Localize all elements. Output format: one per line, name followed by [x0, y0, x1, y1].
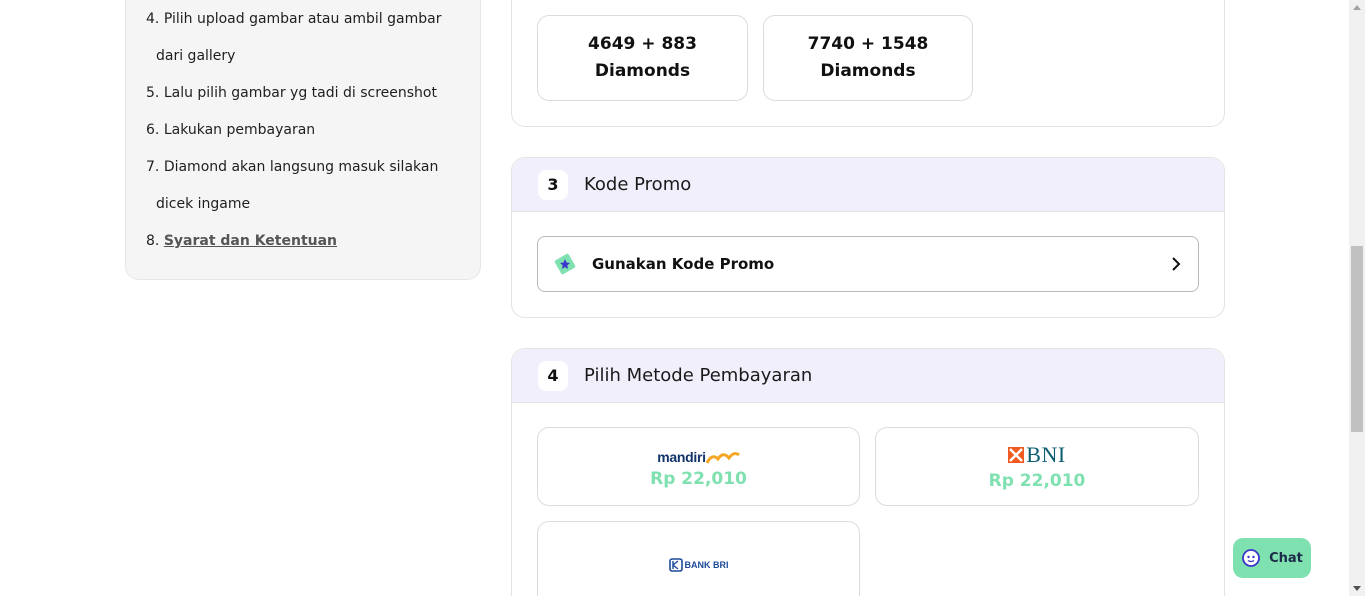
mandiri-logo: mandiri — [657, 445, 740, 465]
step-text: Lalu pilih gambar yg tadi di screenshot — [163, 85, 437, 101]
bni-logo: BNI — [1008, 442, 1065, 467]
diamond-unit: Diamonds — [820, 61, 916, 81]
bri-mark-icon — [668, 558, 683, 572]
step-text: Lakukan pembayaran — [163, 122, 316, 138]
bri-logo: BANK BRI — [668, 558, 729, 572]
instruction-step-6: 6. Lakukan pembayaran — [146, 112, 460, 149]
payment-section: 4 Pilih Metode Pembayaran mandiri Rp 22,… — [511, 348, 1225, 596]
payment-section-header: 4 Pilih Metode Pembayaran — [512, 349, 1224, 403]
instruction-step-7-continued: dicek ingame — [156, 196, 251, 212]
ticket-star-icon — [554, 253, 576, 275]
step-text: Pilih upload gambar atau ambil gambar — [163, 11, 442, 27]
chat-label: Chat — [1269, 550, 1303, 566]
instruction-step-8: 8. Syarat dan Ketentuan — [146, 223, 460, 260]
step-number: 8. — [146, 233, 160, 249]
diamond-amount: 7740 + 1548 — [807, 34, 929, 54]
instruction-step-4-continued: dari gallery — [156, 48, 236, 64]
diamond-option-1[interactable]: 4649 + 883 Diamonds — [537, 15, 748, 101]
terms-link[interactable]: Syarat dan Ketentuan — [164, 233, 337, 249]
scroll-down-arrow-icon[interactable] — [1353, 586, 1361, 591]
section-title: Pilih Metode Pembayaran — [584, 365, 813, 386]
promo-section: 3 Kode Promo Gunakan Kode Promo — [511, 157, 1225, 318]
use-promo-code-button[interactable]: Gunakan Kode Promo — [537, 236, 1199, 292]
instruction-step-5: 5. Lalu pilih gambar yg tadi di screensh… — [146, 75, 460, 112]
section-number: 3 — [538, 169, 568, 200]
instructions-card: 4. Pilih upload gambar atau ambil gambar… — [125, 0, 481, 280]
diamond-option-2[interactable]: 7740 + 1548 Diamonds — [763, 15, 973, 101]
section-title: Kode Promo — [584, 174, 692, 195]
payment-price: Rp 22,010 — [650, 468, 747, 489]
section-number: 4 — [538, 360, 568, 391]
promo-section-header: 3 Kode Promo — [512, 158, 1224, 212]
mandiri-wave-icon — [705, 451, 740, 464]
nominal-section: 4649 + 883 Diamonds 7740 + 1548 Diamonds — [511, 0, 1225, 127]
diamond-unit: Diamonds — [594, 61, 691, 81]
scroll-up-arrow-icon[interactable] — [1353, 5, 1361, 10]
instructions-list: 4. Pilih upload gambar atau ambil gambar… — [146, 1, 460, 260]
chevron-right-icon — [1172, 257, 1181, 271]
scrollbar-thumb[interactable] — [1351, 246, 1363, 432]
payment-price: Rp 22,010 — [988, 470, 1086, 491]
step-number: 4. — [146, 11, 160, 27]
payment-method-bni[interactable]: BNI Rp 22,010 — [875, 427, 1199, 506]
step-text: Diamond akan langsung masuk silakan — [163, 159, 439, 175]
page-scrollbar[interactable] — [1349, 0, 1365, 596]
promo-button-label: Gunakan Kode Promo — [592, 255, 775, 273]
instruction-step-4: 4. Pilih upload gambar atau ambil gambar — [146, 1, 460, 38]
payment-method-mandiri[interactable]: mandiri Rp 22,010 — [537, 427, 860, 506]
chat-button[interactable]: Chat — [1233, 538, 1311, 578]
step-number: 6. — [146, 122, 160, 138]
step-number: 7. — [146, 159, 160, 175]
instruction-step-7: 7. Diamond akan langsung masuk silakan — [146, 149, 460, 186]
diamond-amount: 4649 + 883 — [588, 34, 697, 54]
payment-method-bri[interactable]: BANK BRI — [537, 521, 860, 596]
step-number: 5. — [146, 85, 160, 101]
chat-bot-icon — [1242, 549, 1260, 567]
bni-mark-icon — [1008, 446, 1025, 463]
